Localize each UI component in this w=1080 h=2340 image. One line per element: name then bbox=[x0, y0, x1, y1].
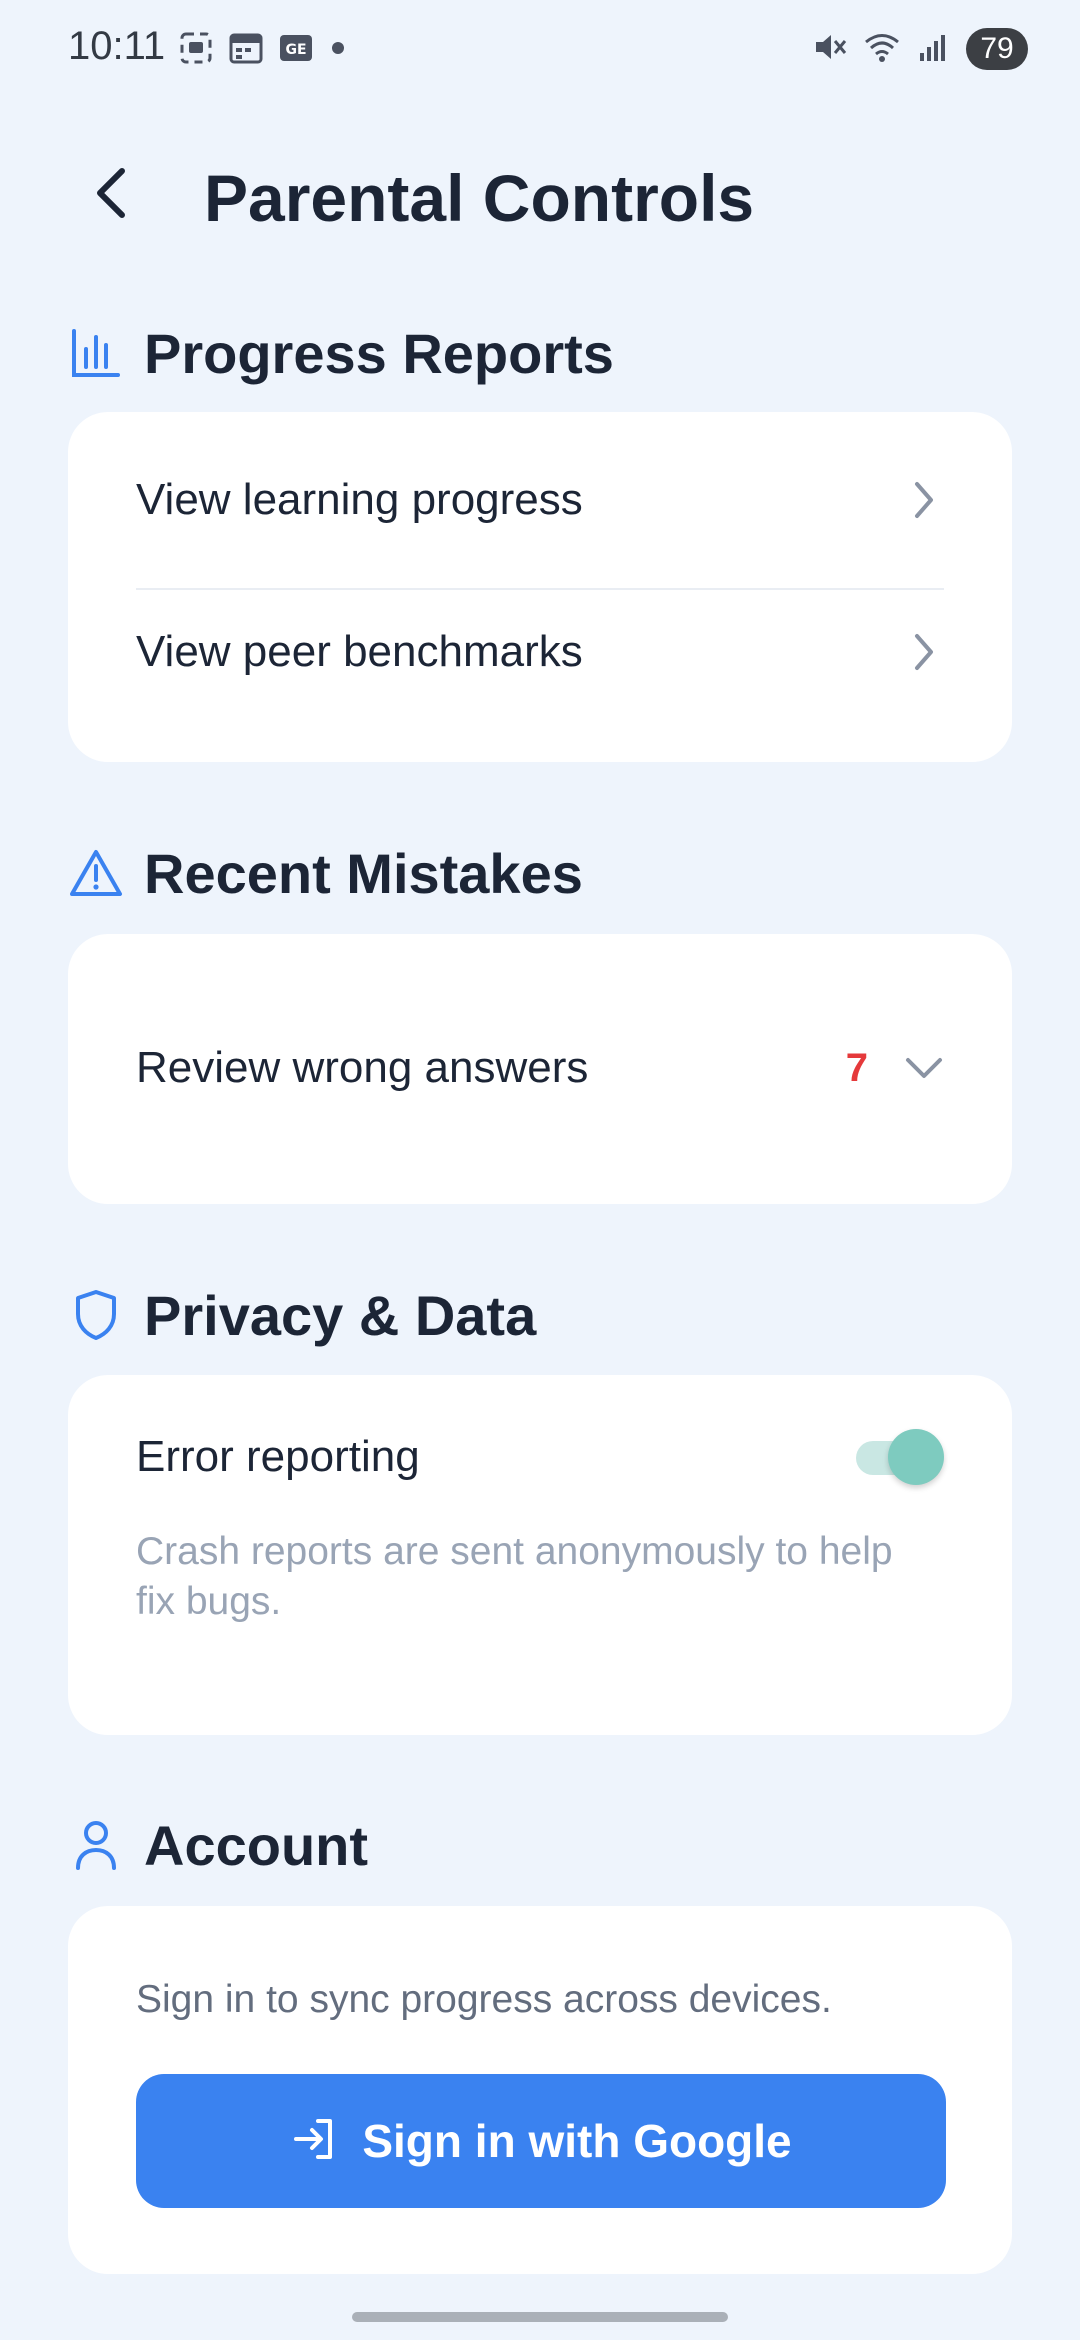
list-item-label: View peer benchmarks bbox=[136, 627, 583, 676]
account-header: Account bbox=[68, 1810, 368, 1880]
calendar-icon bbox=[228, 30, 264, 66]
mute-icon bbox=[812, 29, 848, 70]
divider bbox=[136, 588, 944, 590]
chevron-down-icon[interactable] bbox=[904, 1043, 944, 1093]
error-reporting-toggle[interactable] bbox=[852, 1429, 944, 1485]
shield-icon bbox=[68, 1287, 124, 1343]
bar-chart-icon bbox=[68, 325, 124, 381]
view-learning-progress-item[interactable]: View learning progress bbox=[136, 460, 944, 540]
back-button[interactable] bbox=[82, 160, 142, 230]
battery-indicator: 79 bbox=[966, 28, 1028, 70]
list-item-label: View learning progress bbox=[136, 475, 583, 524]
screenshot-icon bbox=[178, 30, 214, 66]
progress-reports-card: View learning progress View peer benchma… bbox=[68, 412, 1012, 762]
toggle-knob bbox=[888, 1429, 944, 1485]
user-icon bbox=[68, 1817, 124, 1873]
chevron-left-icon bbox=[92, 165, 132, 226]
status-left-icons: GE bbox=[178, 30, 348, 66]
account-description: Sign in to sync progress across devices. bbox=[136, 1978, 832, 2021]
view-peer-benchmarks-item[interactable]: View peer benchmarks bbox=[136, 612, 944, 692]
chevron-right-icon bbox=[904, 475, 944, 525]
section-title: Recent Mistakes bbox=[144, 841, 583, 905]
error-reporting-helper-text: Crash reports are sent anonymously to he… bbox=[136, 1530, 893, 1623]
row-trailing: 7 bbox=[846, 1043, 944, 1093]
home-indicator[interactable] bbox=[352, 2312, 728, 2322]
status-bar: 10:11 GE 79 bbox=[0, 0, 1080, 100]
account-card: Sign in to sync progress across devices.… bbox=[68, 1906, 1012, 2274]
section-title: Progress Reports bbox=[144, 321, 614, 385]
signal-icon bbox=[916, 29, 952, 70]
error-reporting-label: Error reporting bbox=[136, 1432, 420, 1481]
svg-text:GE: GE bbox=[285, 42, 306, 58]
wifi-icon bbox=[862, 29, 902, 70]
screen: 10:11 GE 79 Parental Controls Progress R… bbox=[0, 0, 1080, 2340]
sign-in-button-label: Sign in with Google bbox=[362, 2115, 792, 2167]
section-title: Account bbox=[144, 1813, 368, 1877]
sign-in-icon bbox=[290, 2115, 338, 2168]
ge-app-icon: GE bbox=[278, 30, 314, 66]
error-reporting-row: Error reporting bbox=[136, 1417, 944, 1497]
section-title: Privacy & Data bbox=[144, 1283, 537, 1347]
review-wrong-answers-item[interactable]: Review wrong answers 7 bbox=[136, 1028, 944, 1108]
list-item-label: Review wrong answers bbox=[136, 1043, 589, 1092]
chevron-right-icon bbox=[904, 627, 944, 677]
status-right-icons: 79 bbox=[812, 28, 1028, 70]
progress-reports-header: Progress Reports bbox=[68, 318, 614, 388]
warning-icon bbox=[68, 845, 124, 901]
status-time: 10:11 bbox=[68, 24, 166, 68]
notification-dot-icon bbox=[328, 30, 348, 66]
recent-mistakes-card: Review wrong answers 7 bbox=[68, 934, 1012, 1204]
recent-mistakes-header: Recent Mistakes bbox=[68, 838, 583, 908]
sign-in-with-google-button[interactable]: Sign in with Google bbox=[136, 2074, 946, 2208]
page-title: Parental Controls bbox=[204, 161, 755, 235]
privacy-data-card: Error reporting Crash reports are sent a… bbox=[68, 1375, 1012, 1735]
privacy-data-header: Privacy & Data bbox=[68, 1280, 536, 1350]
mistake-count-badge: 7 bbox=[845, 1045, 868, 1090]
